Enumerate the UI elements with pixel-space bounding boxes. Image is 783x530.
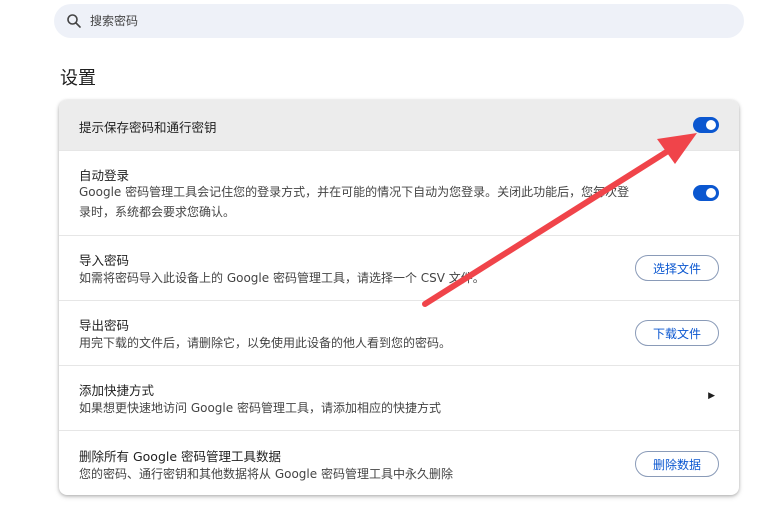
chevron-right-icon[interactable]: ▶ bbox=[708, 391, 715, 401]
search-input[interactable] bbox=[88, 13, 692, 29]
desc-line: 录时，系统都会要求您确认。 bbox=[79, 205, 236, 219]
offer-save-toggle[interactable] bbox=[693, 117, 719, 133]
setting-row-delete: 删除所有 Google 密码管理工具数据 您的密码、通行密钥和其他数据将从 Go… bbox=[59, 430, 739, 495]
setting-row-export: 导出密码 用完下载的文件后，请删除它，以免使用此设备的他人看到您的密码。 下载文… bbox=[59, 300, 739, 365]
section-title: 设置 bbox=[60, 68, 96, 89]
desc-line: Google 密码管理工具会记住您的登录方式，并在可能的情况下自动为您登录。关闭… bbox=[79, 185, 630, 199]
search-icon bbox=[66, 13, 82, 29]
setting-title: 删除所有 Google 密码管理工具数据 bbox=[79, 449, 282, 464]
setting-desc: Google 密码管理工具会记住您的登录方式，并在可能的情况下自动为您登录。关闭… bbox=[79, 182, 679, 222]
setting-desc: 如果想更快速地访问 Google 密码管理工具，请添加相应的快捷方式 bbox=[79, 401, 441, 415]
setting-title: 提示保存密码和通行密钥 bbox=[79, 120, 217, 135]
search-bar[interactable] bbox=[54, 4, 744, 38]
setting-desc: 您的密码、通行密钥和其他数据将从 Google 密码管理工具中永久删除 bbox=[79, 467, 453, 481]
setting-desc: 如需将密码导入此设备上的 Google 密码管理工具，请选择一个 CSV 文件。 bbox=[79, 271, 485, 285]
setting-row-import: 导入密码 如需将密码导入此设备上的 Google 密码管理工具，请选择一个 CS… bbox=[59, 235, 739, 300]
auto-signin-toggle[interactable] bbox=[693, 185, 719, 201]
settings-card: 提示保存密码和通行密钥 自动登录 Google 密码管理工具会记住您的登录方式，… bbox=[59, 100, 739, 495]
setting-row-offer-save[interactable]: 提示保存密码和通行密钥 bbox=[59, 100, 739, 150]
setting-title: 添加快捷方式 bbox=[79, 383, 155, 398]
delete-data-button[interactable]: 删除数据 bbox=[635, 451, 719, 477]
choose-file-button[interactable]: 选择文件 bbox=[635, 255, 719, 281]
setting-title: 导出密码 bbox=[79, 318, 130, 333]
toggle-knob bbox=[706, 188, 716, 198]
setting-desc: 用完下载的文件后，请删除它，以免使用此设备的他人看到您的密码。 bbox=[79, 336, 452, 350]
setting-row-auto-signin: 自动登录 Google 密码管理工具会记住您的登录方式，并在可能的情况下自动为您… bbox=[59, 150, 739, 235]
setting-row-shortcut[interactable]: 添加快捷方式 如果想更快速地访问 Google 密码管理工具，请添加相应的快捷方… bbox=[59, 365, 739, 430]
toggle-knob bbox=[706, 120, 716, 130]
download-file-button[interactable]: 下载文件 bbox=[635, 320, 719, 346]
setting-title: 导入密码 bbox=[79, 253, 130, 268]
